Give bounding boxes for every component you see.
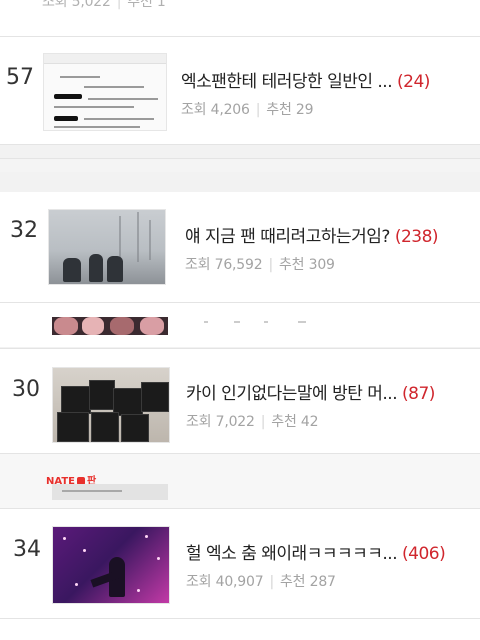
post-title[interactable]: 카이 인기없다는말에 방탄 머... <box>186 384 398 404</box>
post-meta: 조회 76,592 | 추천 309 <box>185 254 335 274</box>
section-gap <box>0 158 480 172</box>
views-count: 76,592 <box>214 257 263 273</box>
post-meta: 조회 4,206 | 추천 29 <box>181 99 314 119</box>
views-label: 조회 <box>186 574 212 590</box>
post-thumbnail[interactable] <box>48 209 166 285</box>
views-label: 조회 <box>186 414 212 430</box>
views-count: 40,907 <box>215 574 264 590</box>
post-title[interactable]: 엑소팬한테 테러당한 일반인 ... <box>181 72 393 92</box>
views-label: 조회 <box>181 102 207 118</box>
comment-count: (406) <box>402 544 446 564</box>
comment-count: (238) <box>394 227 439 247</box>
views-count: 5,022 <box>71 0 111 10</box>
post-thumbnail[interactable] <box>52 526 170 604</box>
likes-count: 287 <box>309 574 336 590</box>
meta-separator: | <box>260 414 266 430</box>
views-label: 조회 <box>185 257 211 273</box>
post-item-partial[interactable]: NATE 판 <box>0 454 480 508</box>
post-title-row[interactable]: 얘 지금 팬 때리려고하는거임? (238) <box>185 222 439 247</box>
post-meta: 조회 5,022 | 추천 1 <box>42 0 166 11</box>
likes-count: 42 <box>300 414 319 430</box>
meta-separator: | <box>269 574 274 590</box>
likes-count: 309 <box>308 257 335 273</box>
post-item-partial[interactable]: 조회 5,022 | 추천 1 <box>0 0 480 36</box>
likes-count: 29 <box>295 102 314 118</box>
meta-separator: | <box>268 257 273 273</box>
post-item-partial[interactable] <box>0 303 480 347</box>
post-item[interactable]: 34 헐 엑소 춤 왜이래ㅋㅋㅋㅋㅋ... (406) 조회 40,907 | 추천… <box>0 509 480 640</box>
divider <box>0 144 480 145</box>
post-item[interactable]: 32 얘 지금 팬 때리려고하는거임? (238) 조회 76,592 | 추천 3… <box>0 192 480 302</box>
views-label: 조회 <box>42 0 68 10</box>
divider <box>0 158 480 159</box>
views-count: 7,022 <box>215 414 255 430</box>
post-thumbnail-partial[interactable] <box>52 484 168 500</box>
meta-separator: | <box>255 102 261 118</box>
post-thumbnail[interactable] <box>52 367 170 443</box>
post-title-row[interactable]: 엑소팬한테 테러당한 일반인 ... (24) <box>181 67 430 92</box>
comment-count: (87) <box>402 384 435 404</box>
post-item[interactable]: 57 엑소팬한테 테러당한 일반인 ... (24) 조회 4,206 | 추천 2… <box>0 37 480 144</box>
likes-label: 추천 <box>278 257 305 273</box>
post-meta: 조회 7,022 | 추천 42 <box>186 411 319 431</box>
likes-label: 추천 <box>127 0 153 10</box>
post-item[interactable]: 30 카이 인기없다는말에 방탄 머... (87) 조회 7,022 | 추천 4… <box>0 349 480 453</box>
post-title-row[interactable]: 카이 인기없다는말에 방탄 머... (87) <box>186 379 435 404</box>
post-thumbnail[interactable] <box>43 53 167 131</box>
post-title[interactable]: 헐 엑소 춤 왜이래ㅋㅋㅋㅋㅋ... <box>186 544 398 564</box>
meta-separator: | <box>116 0 122 10</box>
post-meta: 조회 40,907 | 추천 287 <box>186 571 336 591</box>
comment-count: (24) <box>397 72 430 92</box>
views-count: 4,206 <box>210 102 250 118</box>
post-rank: 34 <box>13 537 41 562</box>
post-title-row[interactable]: 헐 엑소 춤 왜이래ㅋㅋㅋㅋㅋ... (406) <box>186 539 446 564</box>
post-title[interactable]: 얘 지금 팬 때리려고하는거임? <box>185 227 390 247</box>
likes-label: 추천 <box>279 574 306 590</box>
divider <box>0 618 480 619</box>
likes-label: 추천 <box>266 102 292 118</box>
post-rank: 30 <box>12 377 40 402</box>
likes-label: 추천 <box>271 414 297 430</box>
post-title-partial <box>204 321 324 324</box>
likes-count: 1 <box>156 0 166 10</box>
post-thumbnail-partial[interactable] <box>52 317 168 335</box>
